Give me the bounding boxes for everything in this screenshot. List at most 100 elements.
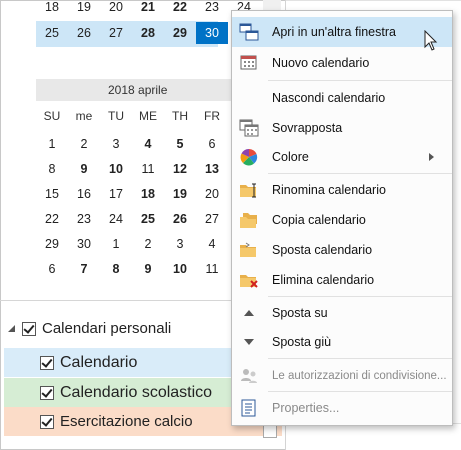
calendar-day[interactable]: 24 [100,210,132,228]
calendar-day[interactable]: 6 [36,260,68,278]
calendar-day[interactable]: 27 [196,210,228,228]
calendar-week-row: 18 19 20 21 22 23 24 [36,0,260,18]
calendar-day[interactable]: 2 [132,235,164,253]
calendar-day[interactable]: 7 [68,260,100,278]
mouse-pointer-icon [424,29,438,57]
calendar-week-row: 293012345 [36,235,260,253]
menu-item-delete-calendar[interactable]: Elimina calendario [232,265,452,295]
calendar-day[interactable]: 18 [132,185,164,203]
calendar-day[interactable]: 23 [68,210,100,228]
calendar-day[interactable]: 3 [164,235,196,253]
group-label: Calendari personali [42,320,172,337]
context-menu: Apri in un'altra finestra Nuovo calendar… [231,10,453,426]
calendar-day[interactable]: 22 [164,0,196,18]
new-window-icon [239,23,259,41]
calendar-day[interactable]: 2 [68,135,100,153]
month-header[interactable]: 2018 aprile [36,79,256,101]
calendar-label: Calendario scolastico [60,383,213,401]
submenu-arrow-icon [429,153,434,161]
calendar-day[interactable]: 6 [196,135,228,153]
move-down-icon [239,333,259,351]
calendar-day[interactable]: 11 [196,260,228,278]
calendar-day[interactable]: 15 [36,185,68,203]
calendar-day[interactable]: 19 [68,0,100,18]
menu-item-color[interactable]: Colore [232,142,452,172]
menu-item-hide-calendar[interactable]: Nascondi calendario [232,83,452,113]
calendar-checkbox[interactable] [40,385,54,400]
calendar-label: Esercitazione calcio [60,413,193,430]
view-checkbox[interactable] [263,424,277,438]
properties-icon [239,399,259,417]
calendar-day[interactable]: 4 [132,135,164,153]
calendar-week-row: 1234567 [36,135,260,153]
weekday-label: ME [139,109,157,123]
calendar-day[interactable]: 25 [36,22,68,44]
calendar-day[interactable]: 8 [36,160,68,178]
calendar-day[interactable]: 5 [164,135,196,153]
calendar-day[interactable]: 12 [164,160,196,178]
move-folder-icon [239,241,259,259]
calendar-day[interactable]: 13 [196,160,228,178]
weekday-label: TU [108,109,124,123]
copy-folder-icon [239,211,259,229]
menu-item-copy-calendar[interactable]: Copia calendario [232,205,452,235]
calendar-day[interactable]: 30 [68,235,100,253]
calendar-day[interactable]: 27 [100,22,132,44]
calendar-checkbox[interactable] [40,414,54,429]
calendar-day[interactable]: 25 [132,210,164,228]
calendar-day[interactable]: 8 [100,260,132,278]
menu-item-new-calendar[interactable]: Nuovo calendario [232,48,452,78]
weekday-label: FR [204,109,220,123]
color-wheel-icon [239,148,259,166]
calendar-day[interactable]: 29 [36,235,68,253]
calendar-day[interactable]: 9 [132,260,164,278]
calendar-day[interactable]: 30 [196,22,228,44]
menu-item-open-new-window[interactable]: Apri in un'altra finestra [232,17,452,47]
menu-item-move-down[interactable]: Sposta giù [232,327,452,357]
move-up-icon [239,304,259,322]
calendar-week-row: 891011121314 [36,160,260,178]
calendar-day[interactable]: 18 [36,0,68,18]
calendar-day[interactable]: 1 [36,135,68,153]
overlay-calendar-icon [239,119,259,137]
calendar-week-row: 6789101112 [36,260,260,278]
calendar-day[interactable]: 20 [196,185,228,203]
calendar-week-row: 15161718192021 [36,185,260,203]
calendar-week-row: 25262728293031 [36,22,260,44]
calendar-day[interactable]: 10 [100,160,132,178]
calendar-day[interactable]: 11 [132,160,164,178]
calendar-day[interactable]: 22 [36,210,68,228]
calendar-day[interactable]: 26 [68,22,100,44]
calendar-day[interactable]: 17 [100,185,132,203]
calendar-day[interactable]: 26 [164,210,196,228]
menu-item-overlay[interactable]: Sovrapposta [232,113,452,143]
menu-item-rename-calendar[interactable]: Rinomina calendario [232,175,452,205]
calendar-day[interactable]: 16 [68,185,100,203]
calendar-day[interactable]: 28 [132,22,164,44]
calendar-day[interactable]: 3 [100,135,132,153]
collapse-triangle-icon[interactable] [8,325,15,332]
calendar-checkbox[interactable] [40,355,54,370]
menu-item-move-calendar[interactable]: Sposta calendario [232,235,452,265]
calendar-day[interactable]: 10 [164,260,196,278]
weekday-header: SUmeTUMETHFRSA [36,109,260,123]
calendar-day[interactable]: 21 [132,0,164,18]
calendar-day[interactable]: 1 [100,235,132,253]
calendar-day[interactable]: 20 [100,0,132,18]
share-permissions-icon [239,367,259,385]
delete-folder-icon [239,271,259,289]
calendar-group-header[interactable]: Calendari personali [8,320,171,337]
calendar-day[interactable]: 4 [196,235,228,253]
calendar-week-row: 22232425262728 [36,210,260,228]
weekday-label: TH [172,109,188,123]
weekday-label: SU [43,109,61,123]
rename-folder-icon [239,181,259,199]
calendar-day[interactable]: 19 [164,185,196,203]
calendar-day[interactable]: 9 [68,160,100,178]
menu-item-share-permissions[interactable]: Le autorizzazioni di condivisione... [232,361,452,391]
menu-item-properties[interactable]: Properties... [232,393,452,423]
calendar-day[interactable]: 29 [164,22,196,44]
calendar-day[interactable]: 23 [196,0,228,18]
menu-item-move-up[interactable]: Sposta su [232,298,452,328]
group-checkbox[interactable] [22,321,36,336]
